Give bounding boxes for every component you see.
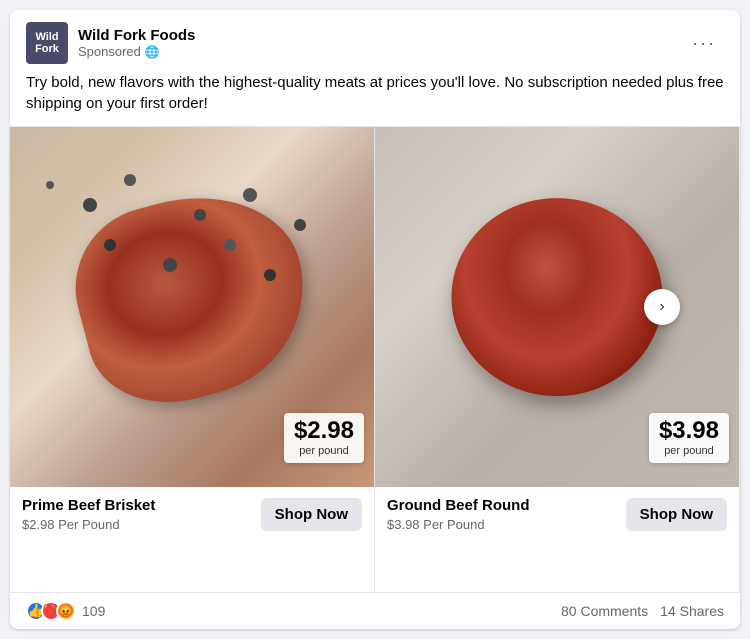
- brisket-image-wrap: $2.98 per pound: [10, 127, 374, 487]
- brisket-shop-now-button[interactable]: Shop Now: [261, 498, 362, 531]
- footer-right-stats: 80 Comments 14 Shares: [561, 603, 724, 619]
- more-options-button[interactable]: ···: [684, 29, 724, 58]
- product-card-brisket: $2.98 per pound Prime Beef Brisket $2.98…: [10, 127, 375, 592]
- brisket-name-wrap: Prime Beef Brisket $2.98 Per Pound: [22, 497, 155, 532]
- product-card-ground-beef: $3.98 per pound Ground Beef Round $3.98 …: [375, 127, 740, 592]
- brand-avatar[interactable]: WildFork: [26, 22, 68, 64]
- ground-beef-price-unit: per pound: [659, 445, 719, 457]
- sponsored-label: Sponsored: [78, 44, 141, 59]
- sponsored-row: Sponsored 🌐: [78, 44, 195, 59]
- products-strip: $2.98 per pound Prime Beef Brisket $2.98…: [10, 126, 740, 592]
- globe-icon: 🌐: [145, 45, 160, 59]
- reactions-section: 👍 ❤️ 😡 109: [26, 601, 105, 621]
- reaction-icons: 👍 ❤️ 😡: [26, 601, 76, 621]
- ad-card: WildFork Wild Fork Foods Sponsored 🌐 ···…: [10, 10, 740, 629]
- brand-name[interactable]: Wild Fork Foods: [78, 27, 195, 44]
- avatar-text: WildFork: [35, 31, 59, 55]
- ground-beef-shop-now-button[interactable]: Shop Now: [626, 498, 727, 531]
- brisket-price-amount: $2.98: [294, 419, 354, 443]
- brand-info: Wild Fork Foods Sponsored 🌐: [78, 27, 195, 59]
- brand-section: WildFork Wild Fork Foods Sponsored 🌐: [26, 22, 195, 64]
- ground-beef-name-wrap: Ground Beef Round $3.98 Per Pound: [387, 497, 530, 532]
- ground-beef-price-amount: $3.98: [659, 419, 719, 443]
- brisket-price-badge: $2.98 per pound: [284, 413, 364, 463]
- ground-beef-product-name: Ground Beef Round: [387, 497, 530, 515]
- comments-count[interactable]: 80 Comments: [561, 603, 648, 619]
- ground-beef-price-badge: $3.98 per pound: [649, 413, 729, 463]
- ad-body-text: Try bold, new flavors with the highest-q…: [10, 72, 740, 126]
- brisket-price-label: $2.98 Per Pound: [22, 517, 155, 532]
- reaction-count: 109: [82, 603, 105, 619]
- brisket-product-name: Prime Beef Brisket: [22, 497, 155, 515]
- ad-header: WildFork Wild Fork Foods Sponsored 🌐 ···: [10, 10, 740, 72]
- ad-footer: 👍 ❤️ 😡 109 80 Comments 14 Shares: [10, 592, 740, 629]
- ground-beef-image-wrap: $3.98 per pound: [375, 127, 739, 487]
- brisket-price-unit: per pound: [294, 445, 354, 457]
- angry-reaction-icon: 😡: [56, 601, 76, 621]
- brisket-product-info: Prime Beef Brisket $2.98 Per Pound Shop …: [10, 487, 374, 542]
- ground-beef-price-label: $3.98 Per Pound: [387, 517, 530, 532]
- ground-beef-product-info: Ground Beef Round $3.98 Per Pound Shop N…: [375, 487, 739, 542]
- carousel-next-button[interactable]: ›: [644, 289, 680, 325]
- shares-count[interactable]: 14 Shares: [660, 603, 724, 619]
